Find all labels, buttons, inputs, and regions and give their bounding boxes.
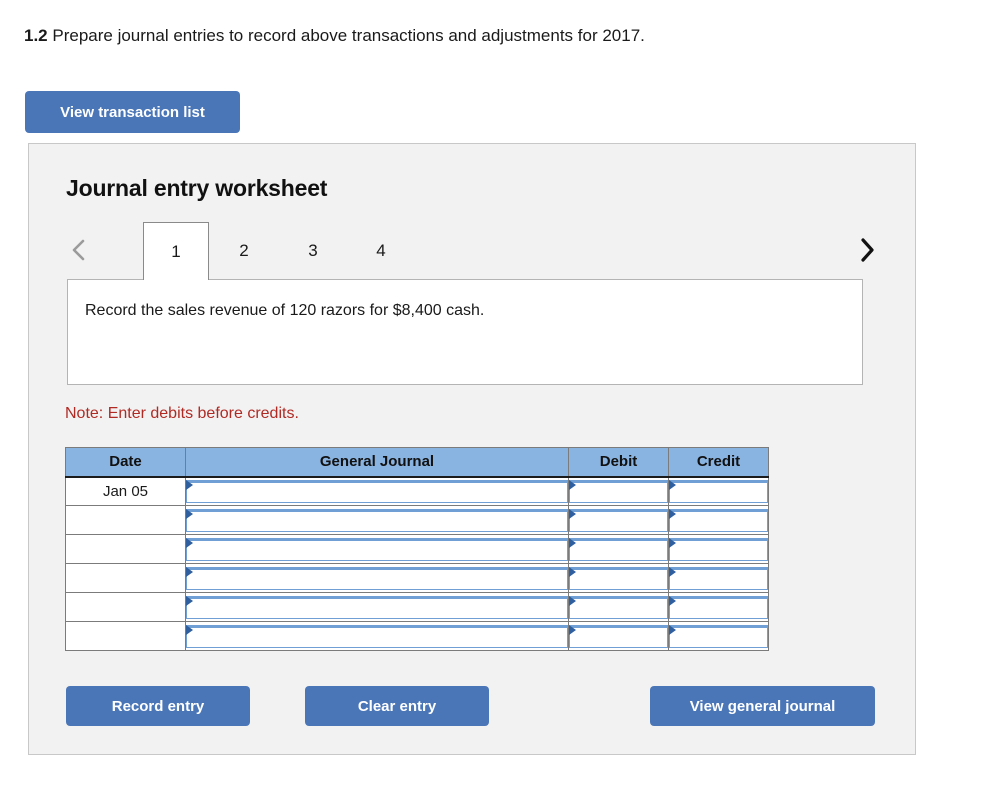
worksheet-tab-3[interactable]: 3 [290, 222, 336, 280]
credit-cell-3[interactable] [668, 534, 769, 564]
table-row [65, 563, 769, 593]
debit-cell-5[interactable] [568, 592, 669, 622]
credit-cell-5[interactable] [668, 592, 769, 622]
transaction-description-text: Record the sales revenue of 120 razors f… [85, 302, 485, 319]
table-row: Jan 05 [65, 476, 769, 506]
credit-input-1[interactable] [669, 479, 768, 503]
credit-cell-4[interactable] [668, 563, 769, 593]
debit-input-2[interactable] [569, 508, 668, 532]
worksheet-tab-1-label: 1 [171, 241, 181, 261]
credit-input-5[interactable] [669, 595, 768, 619]
record-entry-button[interactable]: Record entry [66, 686, 250, 726]
worksheet-tab-3-label: 3 [308, 241, 318, 260]
journal-entry-worksheet-panel: Journal entry worksheet 1 2 3 4 Record t… [28, 143, 916, 755]
next-entry-button[interactable] [854, 230, 880, 270]
general-journal-input-4[interactable] [186, 566, 568, 590]
table-row [65, 534, 769, 564]
general-journal-cell-6[interactable] [185, 621, 569, 651]
worksheet-title: Journal entry worksheet [66, 175, 328, 201]
column-header-general-journal: General Journal [185, 447, 569, 478]
credit-cell-2[interactable] [668, 505, 769, 535]
debits-before-credits-note: Note: Enter debits before credits. [65, 405, 299, 422]
worksheet-tab-2[interactable]: 2 [221, 222, 267, 280]
worksheet-tab-4-label: 4 [376, 241, 386, 260]
table-row [65, 505, 769, 535]
general-journal-input-2[interactable] [186, 508, 568, 532]
date-cell-3[interactable] [65, 534, 186, 564]
credit-input-4[interactable] [669, 566, 768, 590]
chevron-left-icon [70, 236, 88, 264]
date-cell-4[interactable] [65, 563, 186, 593]
date-cell-2[interactable] [65, 505, 186, 535]
table-header-row: Date General Journal Debit Credit [65, 447, 769, 478]
date-cell-5[interactable] [65, 592, 186, 622]
column-header-credit: Credit [668, 447, 769, 478]
debit-input-1[interactable] [569, 479, 668, 503]
credit-input-2[interactable] [669, 508, 768, 532]
debit-input-6[interactable] [569, 624, 668, 648]
general-journal-cell-3[interactable] [185, 534, 569, 564]
transaction-description-box: Record the sales revenue of 120 razors f… [67, 279, 863, 385]
general-journal-cell-2[interactable] [185, 505, 569, 535]
credit-input-6[interactable] [669, 624, 768, 648]
credit-cell-6[interactable] [668, 621, 769, 651]
general-journal-input-5[interactable] [186, 595, 568, 619]
question-heading: 1.2 Prepare journal entries to record ab… [24, 24, 964, 48]
debit-cell-6[interactable] [568, 621, 669, 651]
debit-cell-1[interactable] [568, 476, 669, 506]
column-header-debit: Debit [568, 447, 669, 478]
question-number: 1.2 [24, 26, 48, 45]
date-cell-1[interactable]: Jan 05 [65, 476, 186, 506]
table-row [65, 592, 769, 622]
chevron-right-icon [857, 236, 877, 264]
general-journal-cell-5[interactable] [185, 592, 569, 622]
view-transaction-list-button[interactable]: View transaction list [25, 91, 240, 133]
debit-input-4[interactable] [569, 566, 668, 590]
general-journal-cell-1[interactable] [185, 476, 569, 506]
credit-cell-1[interactable] [668, 476, 769, 506]
credit-input-3[interactable] [669, 537, 768, 561]
worksheet-tab-strip: 1 2 3 4 [66, 222, 880, 280]
column-header-date: Date [65, 447, 186, 478]
debit-cell-4[interactable] [568, 563, 669, 593]
debit-cell-2[interactable] [568, 505, 669, 535]
general-journal-input-1[interactable] [186, 479, 568, 503]
general-journal-input-6[interactable] [186, 624, 568, 648]
previous-entry-button[interactable] [66, 230, 92, 270]
worksheet-tab-4[interactable]: 4 [358, 222, 404, 280]
debit-input-3[interactable] [569, 537, 668, 561]
worksheet-tab-1[interactable]: 1 [143, 222, 209, 280]
clear-entry-button[interactable]: Clear entry [305, 686, 489, 726]
general-journal-cell-4[interactable] [185, 563, 569, 593]
debit-input-5[interactable] [569, 595, 668, 619]
journal-entry-table: Date General Journal Debit Credit Jan 05 [65, 447, 769, 651]
question-text: Prepare journal entries to record above … [52, 26, 645, 45]
table-row [65, 621, 769, 651]
debit-cell-3[interactable] [568, 534, 669, 564]
date-cell-6[interactable] [65, 621, 186, 651]
view-general-journal-button[interactable]: View general journal [650, 686, 875, 726]
worksheet-tab-2-label: 2 [239, 241, 249, 260]
general-journal-input-3[interactable] [186, 537, 568, 561]
